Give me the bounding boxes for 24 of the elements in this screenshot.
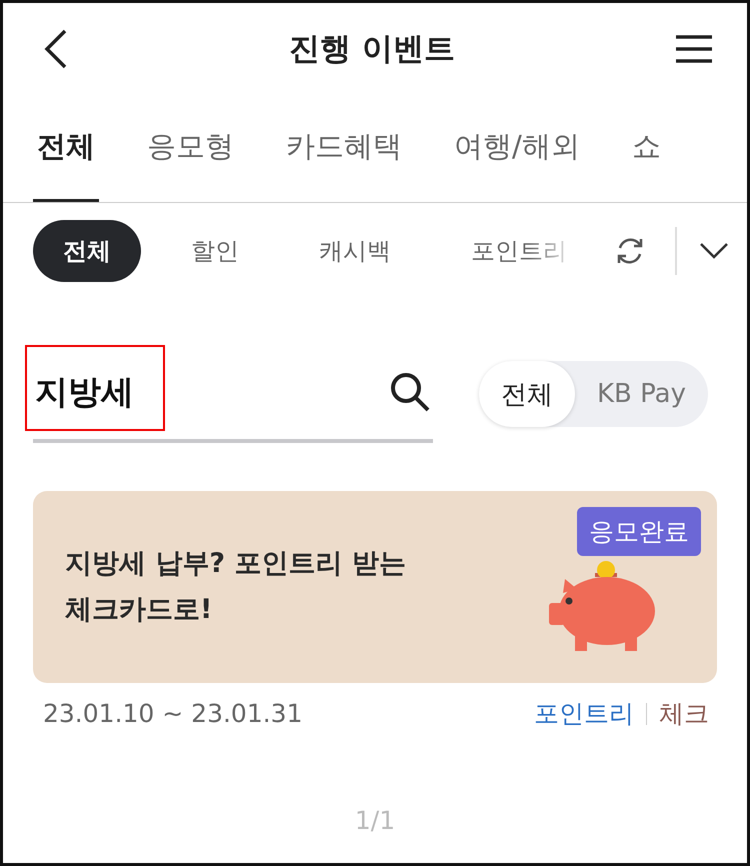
category-tab[interactable]: 쇼 [628, 95, 665, 202]
category-tab[interactable]: 응모형 [143, 95, 238, 202]
page-indicator: 1/1 [354, 806, 396, 835]
status-badge: 응모완료 [577, 507, 701, 556]
category-tab[interactable]: 전체 [33, 95, 99, 202]
filter-chip[interactable]: 포인트리 [441, 220, 577, 282]
refresh-icon[interactable] [615, 236, 645, 266]
event-tag: 체크 [659, 697, 709, 730]
search-icon [389, 371, 431, 413]
chevron-down-icon[interactable] [699, 242, 729, 260]
category-tab[interactable]: 여행/해외 [450, 95, 584, 202]
event-tag: 포인트리 [534, 697, 634, 730]
menu-icon[interactable] [674, 34, 713, 64]
event-period: 23.01.10 ~ 23.01.31 [43, 699, 302, 728]
segment-option[interactable]: 전체 [479, 361, 575, 427]
filter-chip[interactable]: 할인 [161, 220, 269, 282]
event-card[interactable]: 지방세 납부? 포인트리 받는 체크카드로! 응모완료 [33, 491, 717, 683]
event-title: 지방세 납부? 포인트리 받는 체크카드로! [65, 547, 406, 627]
search-input[interactable]: 지방세 [33, 372, 373, 412]
filter-chip[interactable]: 캐시백 [289, 220, 421, 282]
filter-chip[interactable]: 전체 [33, 220, 141, 282]
category-tab[interactable]: 카드혜택 [282, 95, 406, 202]
segment-option[interactable]: KB Pay [575, 361, 708, 427]
page-title: 진행 이벤트 [289, 30, 455, 69]
